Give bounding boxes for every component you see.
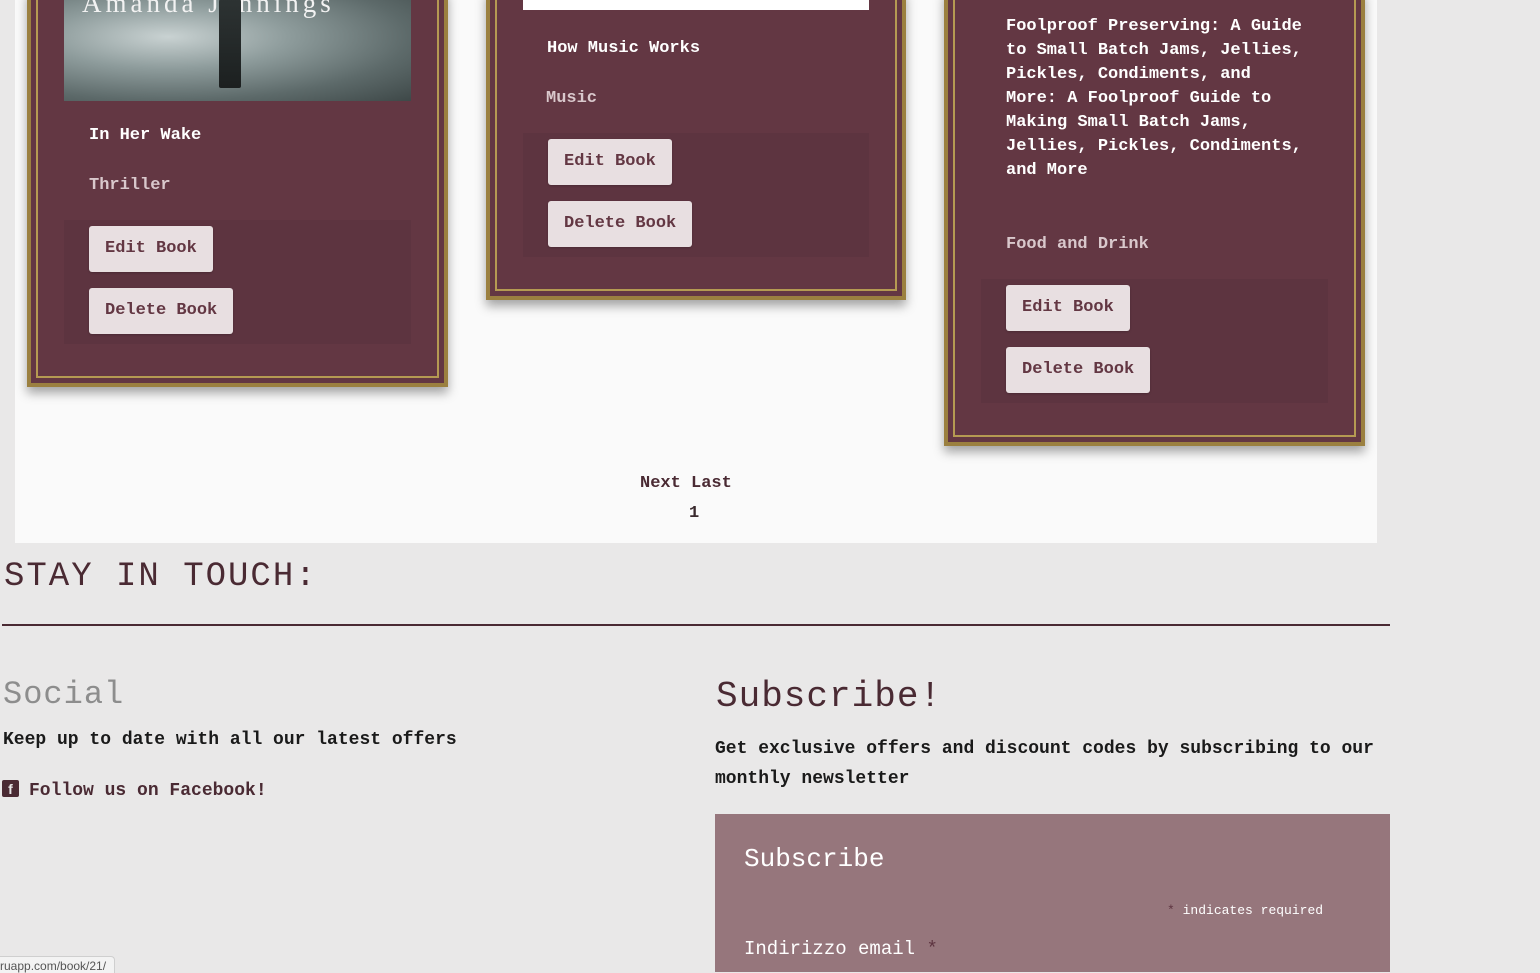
book-title: Foolproof Preserving: A Guide to Small B… — [1006, 17, 1302, 180]
status-bar-url: ruapp.com/book/21/ — [0, 956, 116, 973]
facebook-icon: f — [2, 780, 19, 797]
book-title: How Music Works — [547, 39, 701, 58]
subscribe-heading: Subscribe! — [716, 676, 943, 717]
next-page-link[interactable]: Next — [640, 474, 681, 493]
facebook-link-label: Follow us on Facebook! — [29, 781, 267, 801]
book-title: In Her Wake — [89, 126, 202, 145]
subscribe-form: Subscribe * indicates required Indirizzo… — [715, 814, 1390, 972]
social-description: Keep up to date with all our latest offe… — [3, 730, 457, 750]
book-card: How Music Works Music Edit Book Delete B… — [486, 0, 906, 300]
facebook-link[interactable]: f Follow us on Facebook! — [2, 780, 267, 801]
required-asterisk: * — [1167, 903, 1175, 918]
delete-book-button[interactable]: Delete Book — [548, 201, 693, 247]
social-heading: Social — [3, 676, 125, 713]
pagination: Next Last — [640, 474, 732, 493]
last-page-link[interactable]: Last — [691, 474, 732, 493]
book-genre: Food and Drink — [1006, 235, 1149, 254]
edit-book-button[interactable]: Edit Book — [89, 226, 213, 272]
edit-book-button[interactable]: Edit Book — [1006, 285, 1130, 331]
required-note: * indicates required — [1167, 903, 1323, 918]
book-genre: Thriller — [89, 176, 171, 195]
cover-figure — [219, 0, 241, 88]
delete-book-button[interactable]: Delete Book — [1006, 347, 1151, 393]
footer-heading: STAY IN TOUCH: — [4, 558, 318, 596]
email-label-text: Indirizzo email — [744, 938, 916, 960]
edit-book-button[interactable]: Edit Book — [548, 139, 672, 185]
cover-author-text: Amanda Jennings — [82, 0, 335, 18]
book-cover-image[interactable]: Amanda Jennings — [64, 0, 411, 101]
email-field-label: Indirizzo email * — [744, 938, 938, 960]
subscribe-description: Get exclusive offers and discount codes … — [715, 739, 1374, 789]
book-card: Amanda Jennings In Her Wake Thriller Edi… — [27, 0, 448, 387]
subscribe-form-title: Subscribe — [744, 844, 885, 874]
delete-book-button[interactable]: Delete Book — [89, 288, 234, 334]
current-page-number: 1 — [689, 504, 700, 523]
book-card: Foolproof Preserving: A Guide to Small B… — [944, 0, 1365, 446]
required-note-text: indicates required — [1182, 903, 1324, 918]
book-genre: Music — [546, 89, 598, 108]
footer-divider — [2, 624, 1390, 626]
book-cover-image[interactable] — [523, 0, 869, 10]
email-required-asterisk: * — [926, 938, 938, 960]
